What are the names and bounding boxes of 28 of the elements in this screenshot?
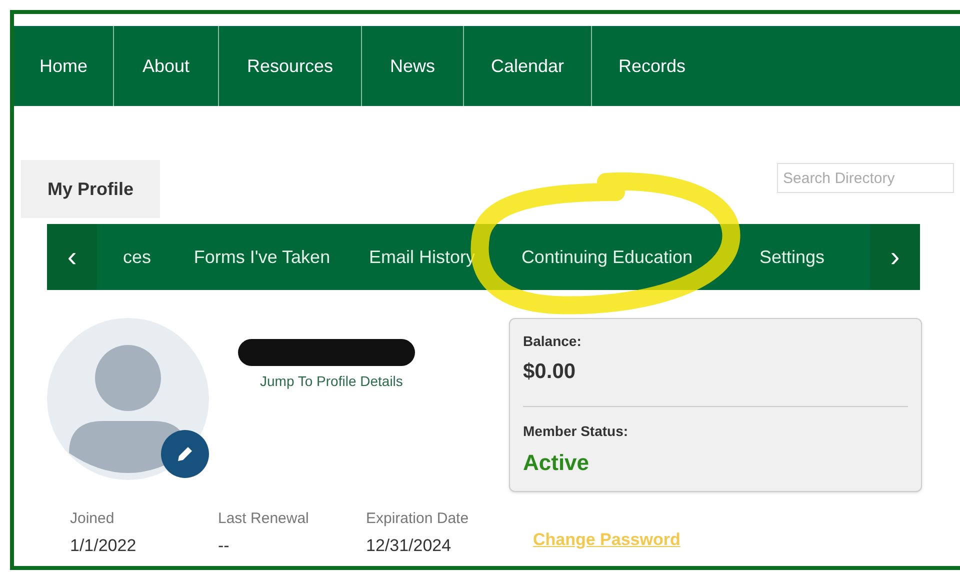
search-field[interactable]: Search Directory: [777, 163, 954, 193]
sub-nav-link[interactable]: Forms I've Taken: [177, 244, 347, 270]
next-button[interactable]: ›: [870, 224, 920, 290]
date-value: --: [218, 534, 230, 556]
pencil-icon: [175, 444, 195, 464]
avatar-icon: [47, 318, 209, 480]
nav-link[interactable]: Resources: [219, 26, 362, 106]
date-label: Expiration Date: [366, 509, 470, 529]
edit-button[interactable]: [161, 430, 209, 478]
date-value: 12/31/2024: [366, 534, 452, 556]
date-label: Last Renewal: [218, 509, 310, 529]
status-value: Active: [523, 448, 590, 476]
sub-nav-link[interactable]: Continuing Education: [497, 244, 717, 270]
balance-value: $0.00: [523, 359, 577, 385]
sub-nav-link[interactable]: Settings: [717, 244, 867, 270]
status-label: Member Status:: [523, 422, 630, 440]
profile-details-link[interactable]: Jump To Profile Details: [260, 371, 509, 392]
balance-label: Balance:: [523, 332, 582, 351]
nav-link[interactable]: Records: [592, 26, 712, 106]
profile-tab[interactable]: My Profile: [21, 160, 160, 218]
date-value: 1/1/2022: [70, 534, 138, 556]
nav-link[interactable]: News: [362, 26, 464, 106]
date-label: Joined: [70, 509, 116, 529]
nav-link[interactable]: Home: [14, 26, 114, 106]
sub-nav-link[interactable]: ces: [97, 244, 177, 270]
prev-button[interactable]: ‹: [47, 224, 97, 290]
nav-link[interactable]: About: [114, 26, 219, 106]
nav-link[interactable]: Calendar: [464, 26, 592, 106]
